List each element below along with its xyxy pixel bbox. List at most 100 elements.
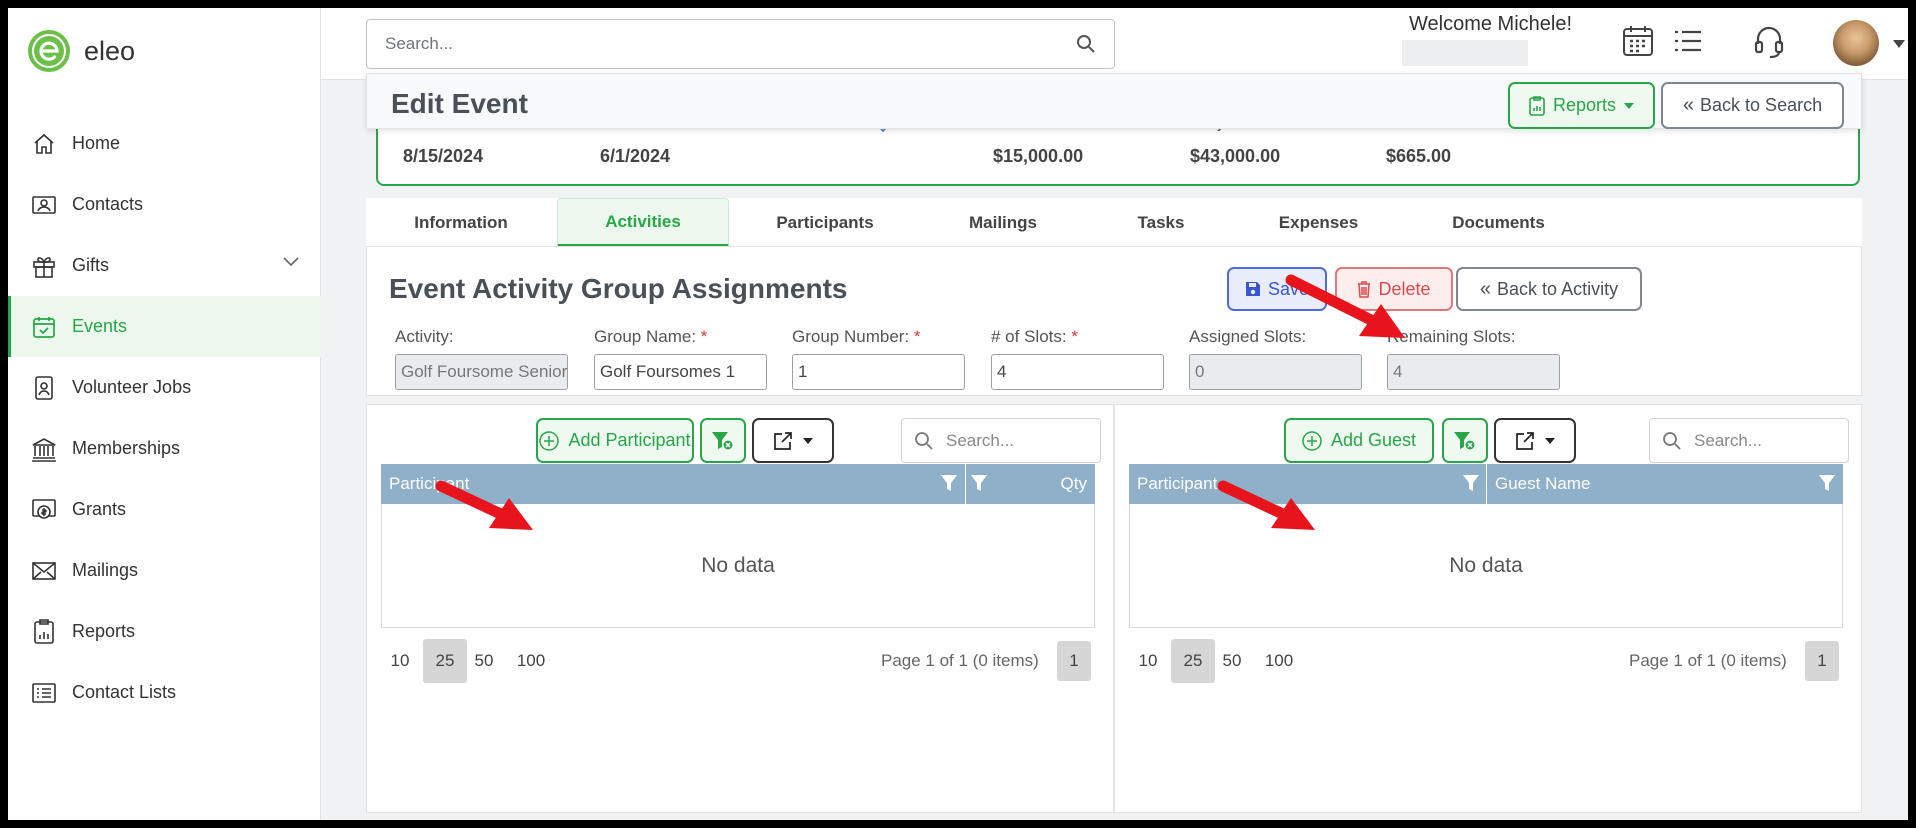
global-search-input[interactable]: Search... (366, 19, 1115, 69)
app-window: eleo Home Contacts Gifts Events Voluntee… (8, 8, 1908, 820)
column-header-guest-name[interactable]: Guest Name (1495, 464, 1590, 504)
caret-down-icon (1624, 102, 1635, 109)
sidebar-item-volunteer-jobs[interactable]: Volunteer Jobs (8, 357, 321, 418)
caret-down-icon (803, 437, 813, 444)
page-size-10[interactable]: 10 (1133, 639, 1163, 683)
sidebar-item-label: Reports (72, 621, 136, 641)
sidebar-item-label: Volunteer Jobs (72, 377, 192, 397)
empty-message: No data (1449, 553, 1523, 577)
participants-search-input[interactable]: Search... (901, 418, 1101, 463)
group-name-label: Group Name: * (594, 327, 767, 347)
activity-input: Golf Foursome Senior Adm (395, 354, 568, 390)
page-size-25[interactable]: 25 (423, 639, 467, 683)
page-size-50[interactable]: 50 (1217, 639, 1247, 683)
slots-input[interactable]: 4 (991, 354, 1164, 390)
page-number-button[interactable]: 1 (1805, 641, 1839, 681)
export-icon (774, 431, 792, 450)
tab-tasks[interactable]: Tasks (1086, 198, 1236, 248)
reports-label: Reports (1552, 95, 1617, 115)
headset-icon[interactable] (1753, 24, 1785, 60)
page-size-25[interactable]: 25 (1171, 639, 1215, 683)
section-title: Event Activity Group Assignments (389, 273, 848, 304)
tab-expenses[interactable]: Expenses (1236, 198, 1401, 248)
double-chevron-left-icon: « (1682, 94, 1695, 116)
sidebar-item-gifts[interactable]: Gifts (8, 235, 321, 296)
page-size-100[interactable]: 100 (511, 639, 551, 683)
sidebar-item-label: Contact Lists (72, 682, 177, 702)
group-number-input[interactable]: 1 (792, 354, 965, 390)
add-guest-label: Add Guest (1330, 430, 1417, 450)
filter-icon[interactable] (971, 475, 987, 491)
guests-panel: Add Guest Search... Participant Guest Na… (1114, 404, 1862, 813)
sidebar-item-label: Gifts (72, 255, 110, 275)
sidebar-item-contact-lists[interactable]: Contact Lists (8, 662, 321, 723)
export-button[interactable] (1494, 418, 1576, 463)
sidebar-item-mailings[interactable]: Mailings (8, 540, 321, 601)
list-view-icon[interactable] (1673, 28, 1703, 54)
filter-icon[interactable] (941, 475, 957, 491)
required-mark: * (1071, 327, 1078, 346)
tab-information[interactable]: Information (366, 198, 556, 248)
page-size-10[interactable]: 10 (385, 639, 415, 683)
chevron-down-icon[interactable] (283, 257, 299, 267)
group-number-field: Group Number: * 1 (792, 327, 965, 390)
filter-clear-icon (1454, 431, 1476, 450)
reports-button[interactable]: Reports (1508, 82, 1655, 129)
sidebar-item-label: Events (72, 316, 128, 336)
calendar-icon[interactable] (1621, 24, 1655, 58)
filter-clear-icon (712, 431, 734, 450)
group-name-input[interactable]: Golf Foursomes 1 (594, 354, 767, 390)
goal-value: $15,000.00 (993, 146, 1084, 166)
back-to-activity-button[interactable]: « Back to Activity (1456, 267, 1642, 311)
filter-icon[interactable] (1463, 475, 1479, 491)
sidebar-item-events[interactable]: Events (8, 296, 321, 357)
column-divider (965, 464, 966, 504)
back-label: Back to Search (1700, 95, 1823, 115)
sidebar-item-memberships[interactable]: Memberships (8, 418, 321, 479)
column-header-qty[interactable]: Qty (1061, 464, 1087, 504)
search-icon[interactable] (1076, 34, 1096, 54)
slots-label-text: # of Slots: (991, 327, 1067, 346)
empty-message: No data (701, 553, 775, 577)
report-icon (1529, 95, 1545, 116)
tab-mailings[interactable]: Mailings (914, 198, 1092, 248)
sidebar-item-reports[interactable]: Reports (8, 601, 321, 662)
back-to-search-button[interactable]: « Back to Search (1661, 82, 1844, 129)
back-to-activity-label: Back to Activity (1497, 278, 1619, 299)
floppy-disk-icon (1245, 282, 1260, 296)
sidebar-item-label: Grants (72, 499, 127, 519)
group-assignments-card: Event Activity Group Assignments Save De… (366, 246, 1862, 396)
clear-filter-button[interactable] (1442, 418, 1488, 463)
slots-field: # of Slots: * 4 (991, 327, 1164, 390)
sidebar-item-grants[interactable]: Grants (8, 479, 321, 540)
export-button[interactable] (752, 418, 834, 463)
page-size-50[interactable]: 50 (469, 639, 499, 683)
search-icon (1663, 432, 1681, 450)
clear-filter-button[interactable] (700, 418, 746, 463)
tab-documents[interactable]: Documents (1411, 198, 1586, 248)
sidebar-item-home[interactable]: Home (8, 113, 321, 174)
annotation-arrow-icon (1285, 274, 1405, 338)
avatar[interactable] (1833, 20, 1879, 66)
page-size-100[interactable]: 100 (1259, 639, 1299, 683)
tab-activities[interactable]: Activities (557, 198, 729, 248)
activity-field: Activity: Golf Foursome Senior Adm (395, 327, 568, 390)
filter-icon[interactable] (1819, 475, 1835, 491)
tab-participants[interactable]: Participants (736, 198, 914, 248)
welcome-message: Welcome Michele! (1409, 13, 1573, 35)
search-placeholder: Search... (946, 430, 1015, 450)
sidebar-item-contacts[interactable]: Contacts (8, 174, 321, 235)
actual-value: $665.00 (1386, 146, 1452, 166)
sidebar-item-label: Contacts (72, 194, 144, 214)
add-guest-button[interactable]: Add Guest (1284, 418, 1434, 463)
plus-circle-icon (1302, 430, 1322, 451)
page-number-button[interactable]: 1 (1057, 641, 1091, 681)
group-number-label-text: Group Number: (792, 327, 910, 346)
required-mark: * (700, 327, 708, 346)
caret-down-icon[interactable] (1893, 40, 1905, 48)
column-header-participant[interactable]: Participant (1137, 464, 1217, 504)
guests-search-input[interactable]: Search... (1649, 418, 1849, 463)
logo[interactable]: eleo (28, 30, 135, 72)
add-participant-button[interactable]: Add Participant (536, 418, 694, 463)
caret-down-icon (1545, 437, 1555, 444)
